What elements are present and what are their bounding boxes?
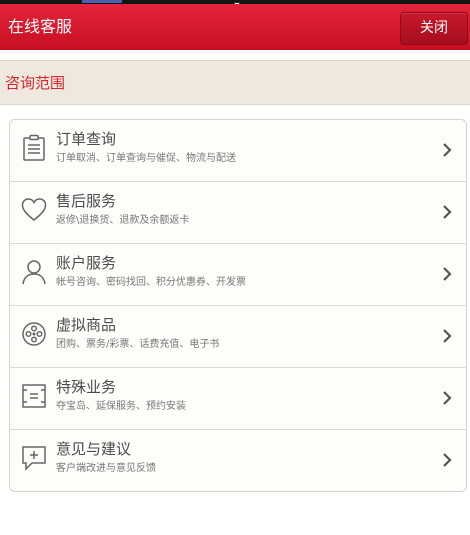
list-item-special-business[interactable]: 特殊业务 夺宝岛、延保服务、预约安装 <box>10 368 466 430</box>
chevron-right-icon <box>442 390 452 406</box>
chevron-right-icon <box>442 452 452 468</box>
header-bar: 在线客服 关闭 <box>0 4 470 50</box>
item-title: 账户服务 <box>56 254 117 272</box>
item-subtitle: 客户端改进与意见反馈 <box>56 463 156 474</box>
feedback-icon <box>21 444 47 472</box>
item-subtitle: 团购、票务/彩票、话费充值、电子书 <box>56 339 220 350</box>
item-title: 售后服务 <box>56 192 117 210</box>
item-subtitle: 订单取消、订单查询与催促、物流与配送 <box>56 153 236 164</box>
list-item-account-service[interactable]: 账户服务 帐号咨询、密码找回、积分优惠券、开发票 <box>10 244 466 306</box>
ticket-icon <box>21 382 47 410</box>
item-title: 特殊业务 <box>56 378 117 396</box>
item-title: 虚拟商品 <box>56 316 117 334</box>
list-item-order-query[interactable]: 订单查询 订单取消、订单查询与催促、物流与配送 <box>10 120 466 182</box>
user-icon <box>21 258 47 286</box>
chevron-right-icon <box>442 142 452 158</box>
item-subtitle: 夺宝岛、延保服务、预约安装 <box>56 401 186 412</box>
film-reel-icon <box>21 320 47 348</box>
chevron-right-icon <box>442 328 452 344</box>
close-button[interactable]: 关闭 <box>400 12 468 45</box>
section-header: 咨询范围 <box>0 60 470 105</box>
item-subtitle: 返修\退换货、退款及余额返卡 <box>56 215 190 226</box>
chevron-right-icon <box>442 204 452 220</box>
clipboard-icon <box>21 134 47 162</box>
item-title: 订单查询 <box>56 130 117 148</box>
item-subtitle: 帐号咨询、密码找回、积分优惠券、开发票 <box>56 277 246 288</box>
consult-list: 订单查询 订单取消、订单查询与催促、物流与配送 售后服务 返修\退换货、退款及余… <box>9 119 467 492</box>
section-label: 咨询范围 <box>5 74 66 92</box>
list-item-feedback[interactable]: 意见与建议 客户端改进与意见反馈 <box>10 430 466 491</box>
item-title: 意见与建议 <box>56 440 132 458</box>
chevron-right-icon <box>442 266 452 282</box>
status-indicator <box>82 0 122 3</box>
page-title: 在线客服 <box>8 17 73 36</box>
heart-icon <box>21 196 47 224</box>
list-item-after-sales[interactable]: 售后服务 返修\退换货、退款及余额返卡 <box>10 182 466 244</box>
list-item-virtual-goods[interactable]: 虚拟商品 团购、票务/彩票、话费充值、电子书 <box>10 306 466 368</box>
